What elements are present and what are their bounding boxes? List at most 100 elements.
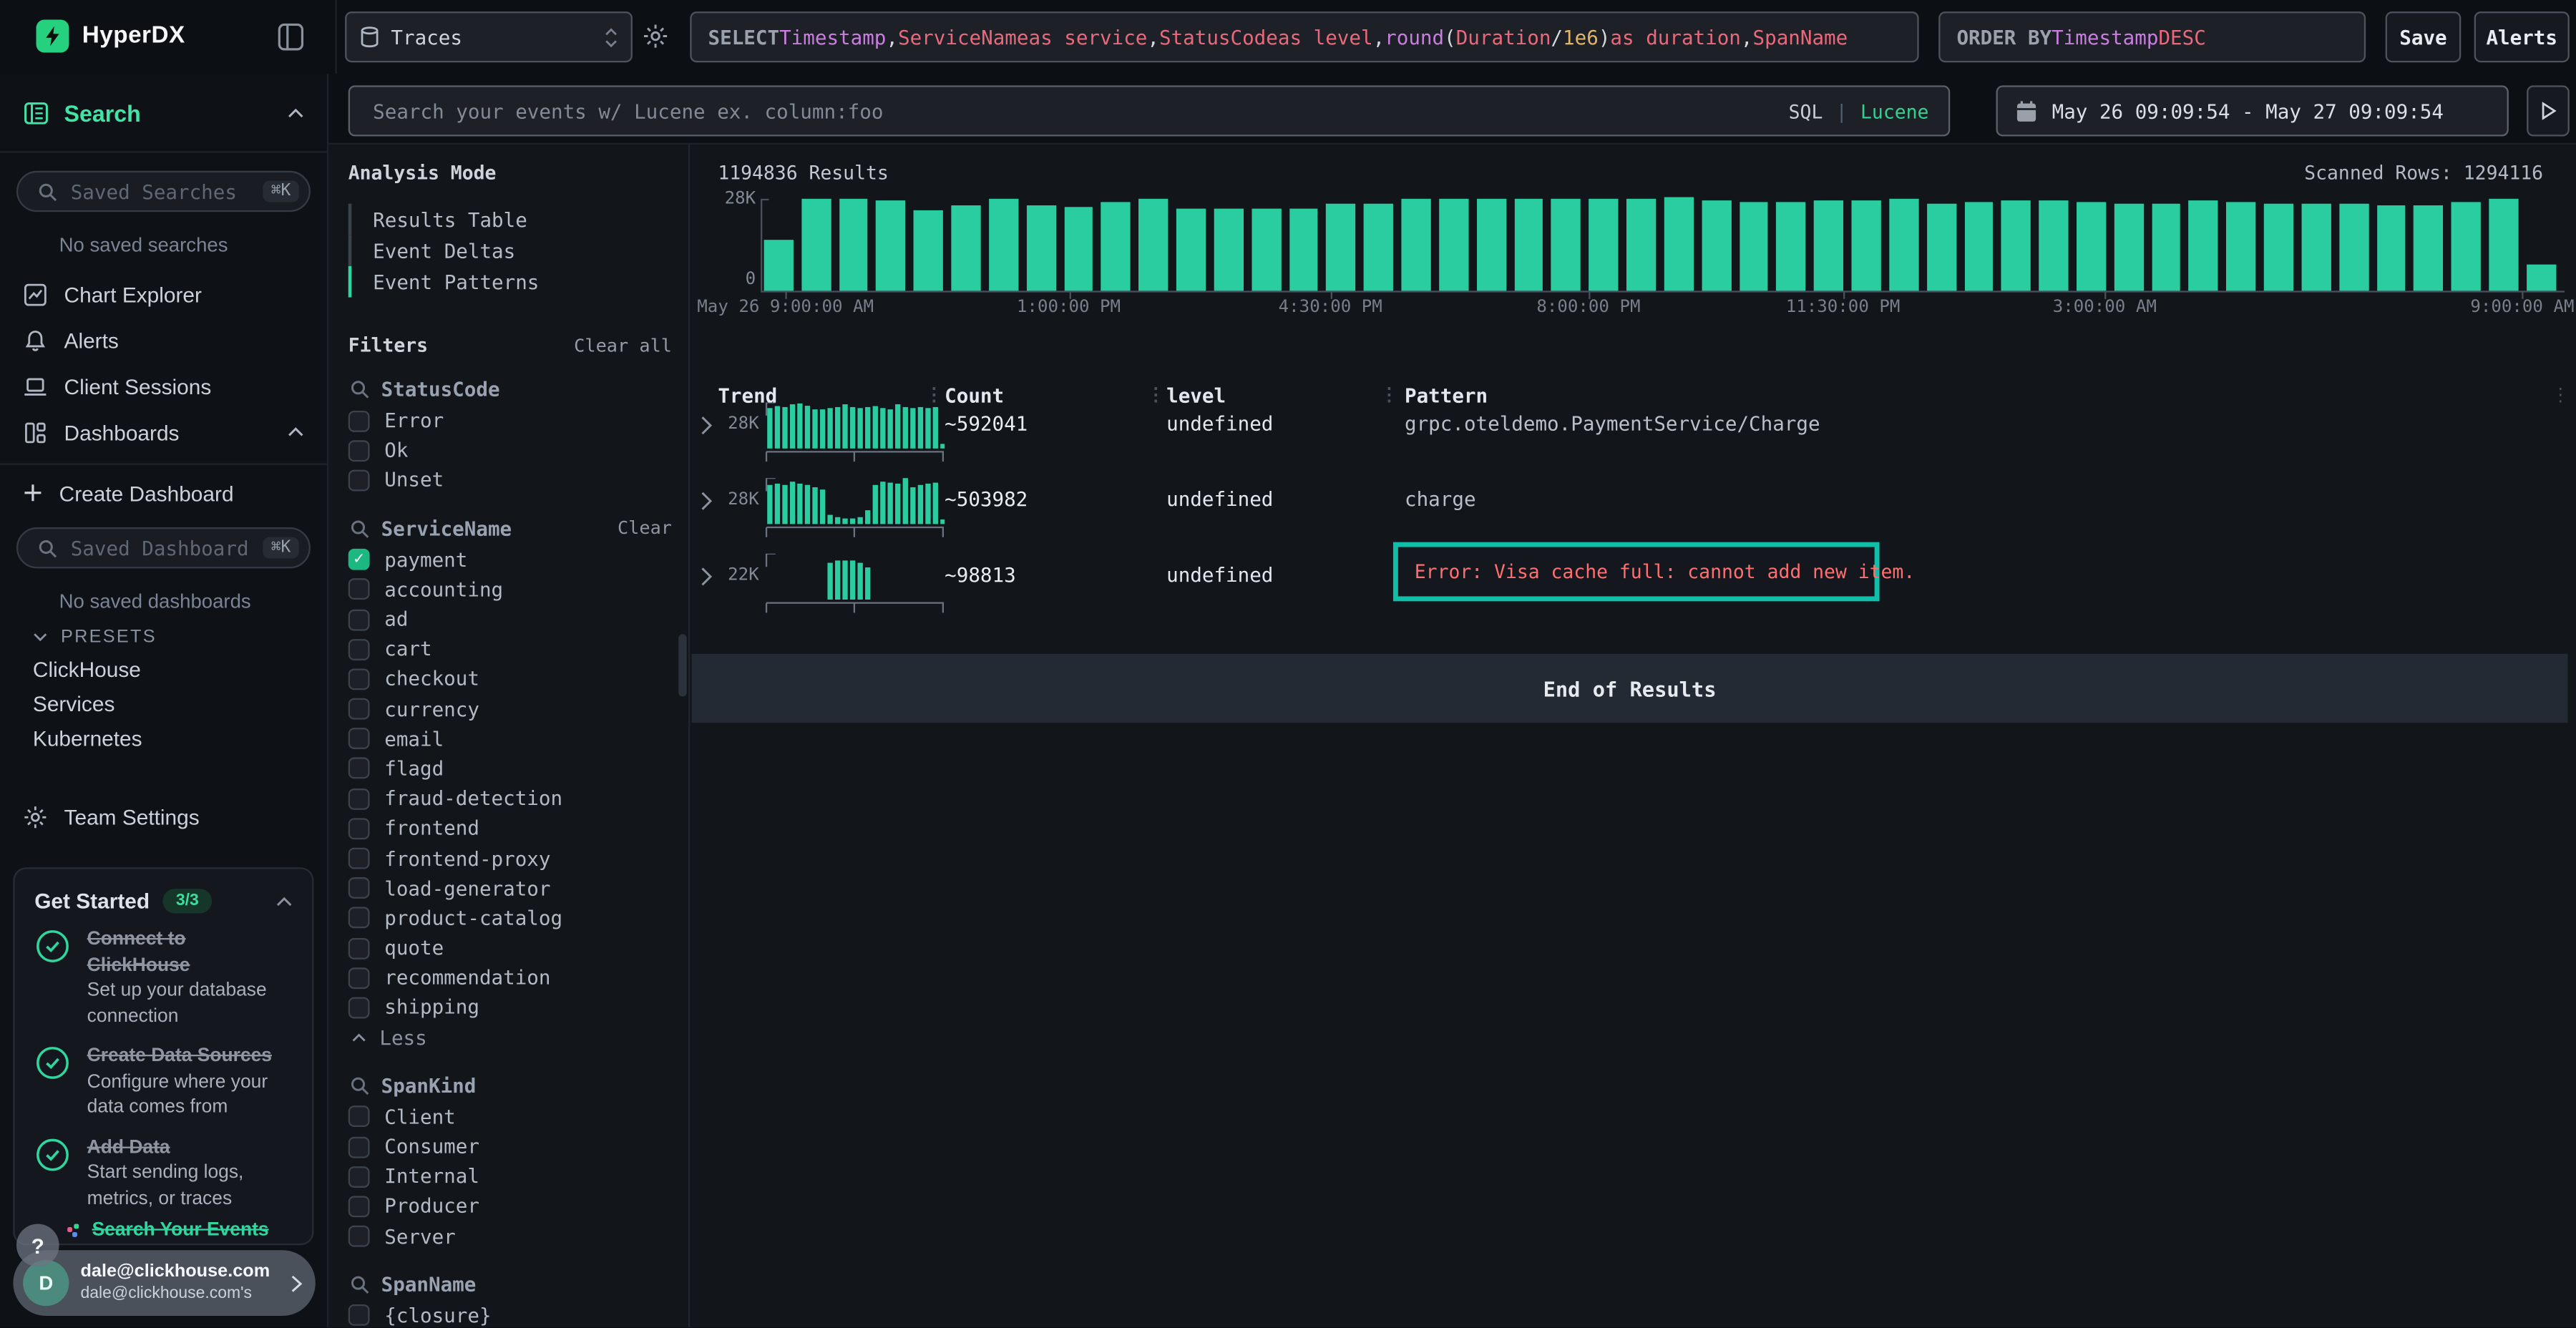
checkbox[interactable] (348, 967, 370, 989)
histogram-bar[interactable] (1064, 208, 1093, 290)
histogram-bar[interactable] (1327, 204, 1356, 290)
checkbox[interactable]: ✓ (348, 549, 370, 570)
histogram-bar[interactable] (2489, 199, 2519, 290)
filter-option[interactable]: Consumer (328, 1132, 688, 1162)
filter-option[interactable]: Server (328, 1221, 688, 1251)
table-options-icon[interactable]: ⋮ (2552, 384, 2570, 406)
filter-option[interactable]: quote (328, 933, 688, 963)
histogram-bar[interactable] (2339, 203, 2368, 291)
chevron-up-icon[interactable] (288, 107, 304, 117)
filter-option[interactable]: Unset (328, 466, 688, 496)
histogram-bar[interactable] (877, 201, 906, 291)
filters-scrollbar[interactable] (678, 634, 686, 696)
save-button[interactable]: Save (2386, 11, 2462, 62)
saved-dashboards-input[interactable]: Saved Dashboards ⌘K (16, 527, 311, 568)
checkbox[interactable] (348, 758, 370, 779)
filter-option[interactable]: frontend (328, 814, 688, 844)
histogram-bar[interactable] (1964, 202, 1994, 290)
histogram-bar[interactable] (2114, 203, 2143, 291)
checkbox[interactable] (348, 668, 370, 690)
histogram-bar[interactable] (1926, 204, 1956, 290)
run-query-button[interactable] (2527, 85, 2570, 136)
create-dashboard-button[interactable]: Create Dashboard (0, 470, 327, 516)
column-header-count[interactable]: Count (945, 384, 1004, 407)
checkbox[interactable] (348, 728, 370, 750)
histogram-bar[interactable] (1551, 200, 1581, 291)
table-row[interactable]: 22K~98813undefinedError: Visa cache full… (690, 562, 2576, 638)
histogram-bar[interactable] (2077, 202, 2106, 290)
checkbox[interactable] (348, 937, 370, 959)
sidebar-item-search[interactable]: Search (0, 74, 327, 152)
sql-toggle[interactable]: SQL (1789, 99, 1823, 122)
analysis-mode-event-deltas[interactable]: Event Deltas (348, 235, 688, 266)
histogram-bar[interactable] (2414, 205, 2444, 290)
checkbox[interactable] (348, 907, 370, 929)
preset-clickhouse[interactable]: ClickHouse (0, 652, 327, 686)
sidebar-item-client-sessions[interactable]: Client Sessions (0, 363, 327, 409)
lucene-toggle[interactable]: Lucene (1860, 99, 1928, 122)
histogram-bar[interactable] (1026, 205, 1055, 290)
column-header-pattern[interactable]: Pattern (1405, 384, 1488, 407)
checkbox[interactable] (348, 1305, 370, 1327)
checkbox[interactable] (348, 788, 370, 809)
checkbox[interactable] (348, 638, 370, 660)
histogram-bar[interactable] (952, 205, 981, 291)
histogram-bar[interactable] (2227, 202, 2256, 290)
clear-all-button[interactable]: Clear all (574, 335, 672, 356)
search-input[interactable] (370, 98, 1789, 125)
checkbox[interactable] (348, 698, 370, 720)
filter-option[interactable]: currency (328, 694, 688, 724)
preset-kubernetes[interactable]: Kubernetes (0, 721, 327, 756)
checkbox[interactable] (348, 1106, 370, 1128)
preset-services[interactable]: Services (0, 687, 327, 721)
histogram-bar[interactable] (2152, 204, 2181, 290)
histogram-bar[interactable] (2264, 203, 2293, 291)
histogram-bar[interactable] (2527, 265, 2556, 290)
checkbox[interactable] (348, 1136, 370, 1158)
histogram-bar[interactable] (2451, 202, 2481, 290)
filter-option[interactable]: checkout (328, 664, 688, 694)
order-by-editor[interactable]: ORDER BY Timestamp DESC (1938, 11, 2366, 62)
histogram-bar[interactable] (1476, 198, 1506, 290)
column-resize-handle[interactable]: ⋮ (1147, 384, 1165, 406)
histogram-bar[interactable] (2001, 201, 2031, 291)
histogram-bar[interactable] (1289, 209, 1318, 291)
filter-option[interactable]: email (328, 724, 688, 754)
histogram-bar[interactable] (1889, 199, 1918, 290)
presets-toggle[interactable]: PRESETS (0, 621, 327, 653)
show-less-toggle[interactable]: Less (328, 1022, 688, 1053)
checkbox[interactable] (348, 609, 370, 630)
histogram-bar[interactable] (1739, 202, 1768, 290)
sidebar-item-alerts[interactable]: Alerts (0, 317, 327, 363)
checkbox[interactable] (348, 1196, 370, 1217)
source-select[interactable]: Traces (345, 11, 633, 62)
analysis-mode-results-table[interactable]: Results Table (348, 204, 688, 235)
filter-option[interactable]: frontend-proxy (328, 844, 688, 874)
checkbox[interactable] (348, 470, 370, 492)
histogram-bar[interactable] (1214, 209, 1244, 291)
histogram-bar[interactable] (2039, 201, 2069, 291)
query-settings-gear-icon[interactable] (643, 23, 669, 49)
histogram-bar[interactable] (764, 239, 794, 290)
user-menu[interactable]: D dale@clickhouse.com dale@clickhouse.co… (13, 1250, 315, 1316)
sidebar-item-dashboards[interactable]: Dashboards (0, 409, 327, 455)
histogram-bar[interactable] (2301, 203, 2331, 291)
chevron-up-icon[interactable] (276, 896, 293, 906)
chevron-up-icon[interactable] (288, 427, 304, 437)
histogram-bar[interactable] (1101, 202, 1131, 290)
histogram-bar[interactable] (1626, 198, 1656, 290)
histogram-bar[interactable] (1702, 201, 1731, 291)
checkbox[interactable] (348, 440, 370, 462)
sql-select-editor[interactable]: SELECT Timestamp, ServiceName as service… (690, 11, 1918, 62)
histogram-bar[interactable] (2189, 201, 2218, 291)
checkbox[interactable] (348, 579, 370, 600)
histogram-bar[interactable] (1664, 197, 1693, 291)
histogram-bar[interactable] (1364, 203, 1393, 291)
time-range-picker[interactable]: May 26 09:09:54 - May 27 09:09:54 (1996, 85, 2509, 136)
histogram-bar[interactable] (1589, 200, 1619, 291)
filter-option[interactable]: recommendation (328, 963, 688, 993)
filter-option[interactable]: ✓payment (328, 545, 688, 575)
filter-option[interactable]: Error (328, 406, 688, 436)
filter-option[interactable]: flagd (328, 754, 688, 784)
get-started-step[interactable]: Add DataStart sending logs, metrics, or … (34, 1136, 292, 1213)
